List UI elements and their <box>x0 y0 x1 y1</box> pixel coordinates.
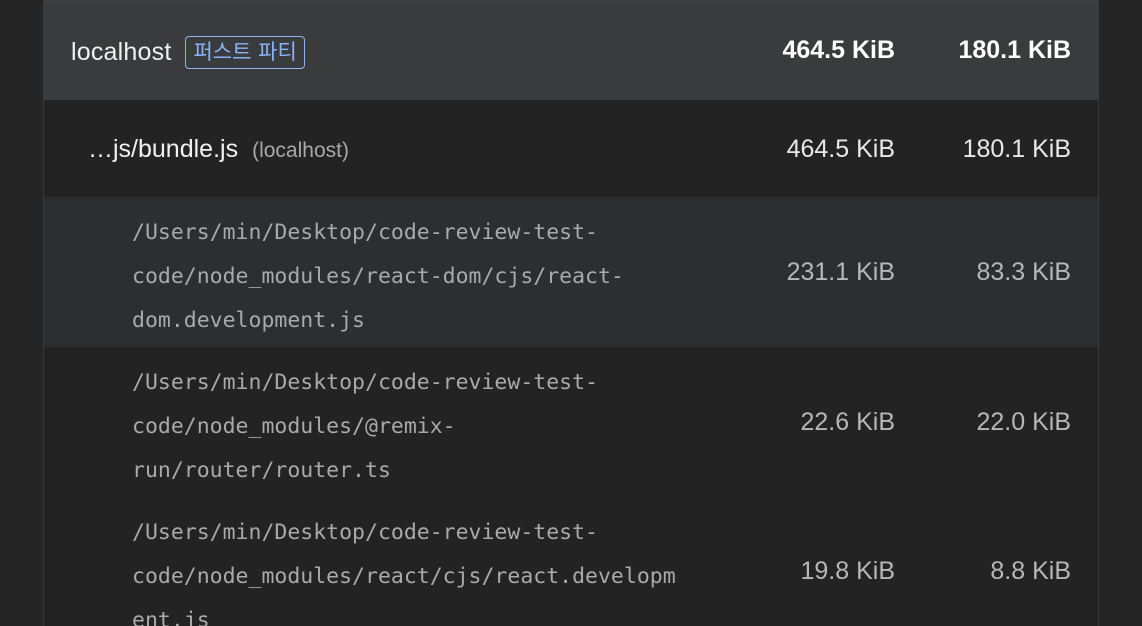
file-transfer-size: 19.8 KiB <box>800 557 895 585</box>
right-gutter <box>1098 0 1142 626</box>
unused-js-table: localhost 퍼스트 파티 464.5 KiB 180.1 KiB …js… <box>43 0 1099 626</box>
bundle-file-link[interactable]: …js/bundle.js <box>88 135 238 164</box>
file-resource-size: 83.3 KiB <box>976 258 1071 286</box>
group-name-cell: localhost 퍼스트 파티 <box>71 36 305 69</box>
file-resource-size: 8.8 KiB <box>990 557 1071 585</box>
file-path-line: code/node_modules/@remix- <box>132 414 456 439</box>
group-row-localhost[interactable]: localhost 퍼스트 파티 464.5 KiB 180.1 KiB <box>44 2 1098 100</box>
file-path-line: run/router/router.ts <box>132 458 391 483</box>
file-transfer-size: 231.1 KiB <box>786 258 895 286</box>
bundle-row[interactable]: …js/bundle.js (localhost) 464.5 KiB 180.… <box>44 100 1098 197</box>
group-resource-size: 180.1 KiB <box>958 36 1071 64</box>
group-transfer-size: 464.5 KiB <box>782 36 895 64</box>
file-path-line: dom.development.js <box>132 308 365 333</box>
file-row[interactable]: /Users/min/Desktop/code-review-test- cod… <box>44 497 1098 626</box>
first-party-badge: 퍼스트 파티 <box>185 36 305 69</box>
file-path-line: /Users/min/Desktop/code-review-test- <box>132 370 598 395</box>
file-row[interactable]: /Users/min/Desktop/code-review-test- cod… <box>44 197 1098 347</box>
devtools-frame: localhost 퍼스트 파티 464.5 KiB 180.1 KiB …js… <box>0 0 1142 626</box>
file-path: /Users/min/Desktop/code-review-test- cod… <box>132 361 722 493</box>
file-resource-size: 22.0 KiB <box>976 408 1071 436</box>
file-row[interactable]: /Users/min/Desktop/code-review-test- cod… <box>44 347 1098 497</box>
group-host-label: localhost <box>71 38 172 66</box>
bundle-transfer-size: 464.5 KiB <box>786 135 895 163</box>
file-path-line: code/node_modules/react-dom/cjs/react- <box>132 264 624 289</box>
file-path-line: /Users/min/Desktop/code-review-test- <box>132 220 598 245</box>
file-path: /Users/min/Desktop/code-review-test- cod… <box>132 211 722 343</box>
left-gutter <box>0 0 43 626</box>
file-path-line: /Users/min/Desktop/code-review-test- <box>132 520 598 545</box>
bundle-resource-size: 180.1 KiB <box>962 135 1071 163</box>
bundle-host-label: (localhost) <box>252 139 349 162</box>
file-path-line: code/node_modules/react/cjs/react.develo… <box>132 564 676 589</box>
bundle-name-cell: …js/bundle.js (localhost) <box>88 135 349 164</box>
file-transfer-size: 22.6 KiB <box>800 408 895 436</box>
file-path: /Users/min/Desktop/code-review-test- cod… <box>132 511 722 626</box>
file-path-line: ent.js <box>132 608 210 626</box>
